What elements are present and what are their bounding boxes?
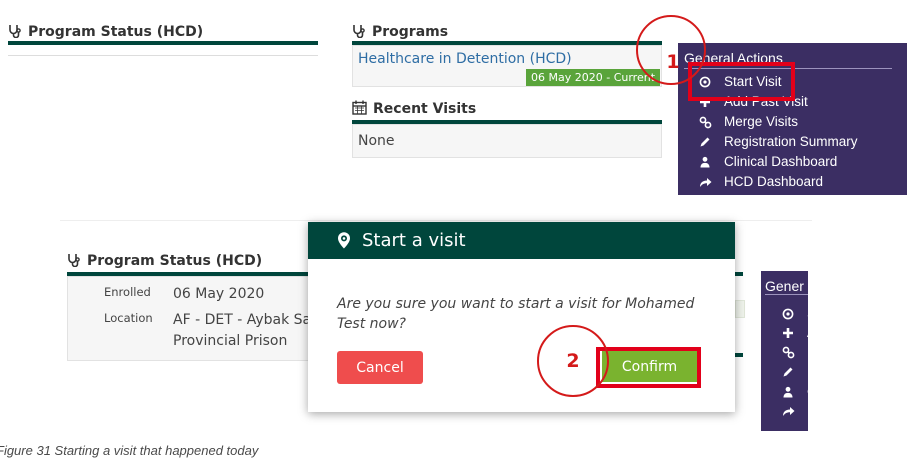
share-arrow-icon bbox=[698, 176, 712, 188]
map-pin-icon bbox=[336, 232, 352, 249]
recent-visits-body bbox=[352, 124, 662, 158]
stethoscope-icon bbox=[353, 25, 365, 39]
programs-title: Programs bbox=[352, 24, 662, 40]
registration-summary-action[interactable]: Registration Summary bbox=[698, 132, 858, 152]
hcd-dashboard-action[interactable]: HCD Dashboard bbox=[698, 172, 858, 192]
background-rule-fragment bbox=[735, 272, 743, 276]
start-visit-highlight bbox=[688, 62, 795, 101]
program-date-badge: 06 May 2020 - Current bbox=[526, 69, 661, 86]
recent-visits-panel: Recent Visits None bbox=[352, 100, 662, 158]
partial-general-actions-menu: Gener S A M R C H bbox=[761, 271, 808, 431]
stethoscope-icon bbox=[68, 254, 80, 268]
callout-1: 1 bbox=[636, 15, 706, 85]
location-value-line1: AF - DET - Aybak Sa bbox=[173, 312, 312, 328]
partial-menu-title: Gener bbox=[765, 278, 808, 295]
partial-menu-list: S A M R C H bbox=[781, 304, 808, 421]
panel-body bbox=[8, 45, 318, 56]
figure-caption: Figure 31 Starting a visit that happened… bbox=[0, 443, 259, 458]
background-badge-fragment bbox=[735, 300, 745, 318]
bottom-program-status-title: Program Status (HCD) bbox=[67, 253, 317, 269]
dialog-message-line2: Test now? bbox=[337, 316, 406, 332]
partial-add-past-visit[interactable]: A bbox=[781, 324, 808, 344]
top-program-status-title: Program Status (HCD) bbox=[8, 24, 318, 40]
partial-start-visit[interactable]: S bbox=[781, 304, 808, 324]
stethoscope-icon bbox=[9, 25, 21, 39]
partial-clinical-dashboard[interactable]: C bbox=[781, 382, 808, 402]
pencil-icon bbox=[781, 366, 795, 378]
dialog-header: Start a visit bbox=[308, 222, 735, 259]
partial-registration-summary[interactable]: R bbox=[781, 363, 808, 383]
dialog-message-line1: Are you sure you want to start a visit f… bbox=[337, 296, 695, 312]
plus-icon bbox=[781, 327, 795, 339]
merge-visits-action[interactable]: Merge Visits bbox=[698, 112, 858, 132]
enrolled-label: Enrolled bbox=[104, 285, 151, 299]
dialog-message: Are you sure you want to start a visit f… bbox=[337, 294, 727, 334]
bottom-program-status-panel: Program Status (HCD) Enrolled 06 May 202… bbox=[67, 253, 317, 361]
location-label: Location bbox=[104, 311, 153, 325]
link-icon bbox=[781, 346, 795, 359]
dialog-title: Start a visit bbox=[362, 230, 466, 251]
callout-2: 2 bbox=[537, 325, 609, 397]
clinical-dashboard-action[interactable]: Clinical Dashboard bbox=[698, 152, 858, 172]
user-icon bbox=[781, 386, 795, 398]
partial-merge-visits[interactable]: M bbox=[781, 343, 808, 363]
partial-hcd-dashboard[interactable]: H bbox=[781, 402, 808, 422]
share-arrow-icon bbox=[781, 405, 795, 417]
pencil-icon bbox=[698, 136, 712, 148]
cancel-button[interactable]: Cancel bbox=[337, 351, 423, 384]
screenshot-top-border bbox=[60, 220, 812, 221]
link-icon bbox=[698, 116, 712, 129]
confirm-highlight bbox=[596, 347, 701, 388]
user-icon bbox=[698, 156, 712, 168]
location-value-line2: Provincial Prison bbox=[173, 333, 288, 349]
top-program-status-panel: Program Status (HCD) bbox=[8, 24, 318, 56]
enrolled-value: 06 May 2020 bbox=[173, 286, 265, 302]
programs-panel: Programs Healthcare in Detention (HCD) 0… bbox=[352, 24, 662, 87]
recent-visits-title: Recent Visits bbox=[352, 100, 662, 117]
calendar-icon bbox=[352, 100, 367, 115]
map-pin-icon bbox=[781, 308, 795, 320]
background-rule-fragment bbox=[735, 353, 743, 357]
program-link[interactable]: Healthcare in Detention (HCD) bbox=[358, 51, 572, 67]
recent-visits-value: None bbox=[358, 133, 395, 149]
